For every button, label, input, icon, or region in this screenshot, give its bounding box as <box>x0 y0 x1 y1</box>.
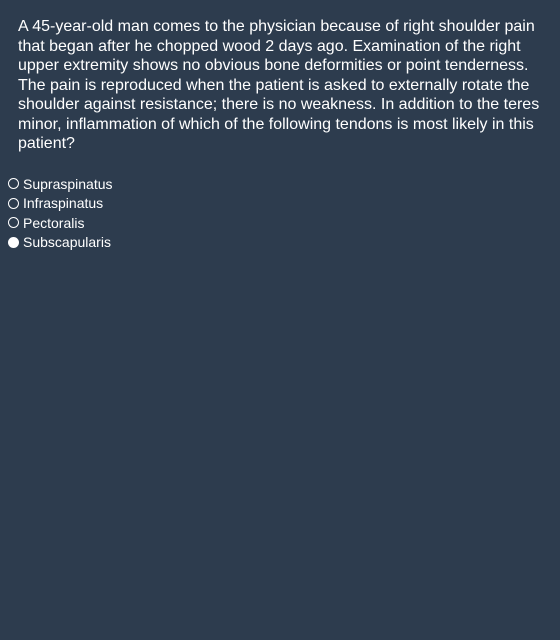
option-subscapularis[interactable]: Subscapularis <box>8 233 113 253</box>
radio-button-icon[interactable] <box>8 217 19 229</box>
option-label: Pectoralis <box>23 214 85 231</box>
option-label: Supraspinatus <box>23 175 113 192</box>
radio-button-icon[interactable] <box>8 236 19 248</box>
question-text: A 45-year-old man comes to the physician… <box>18 18 540 152</box>
radio-button-icon[interactable] <box>8 197 19 209</box>
option-label: Subscapularis <box>23 234 111 251</box>
option-infraspinatus[interactable]: Infraspinatus <box>8 194 113 214</box>
radio-button-icon[interactable] <box>8 178 19 190</box>
option-supraspinatus[interactable]: Supraspinatus <box>8 174 113 194</box>
option-pectoralis[interactable]: Pectoralis <box>8 213 113 233</box>
option-label: Infraspinatus <box>23 195 104 212</box>
answer-options: Supraspinatus Infraspinatus Pectoralis S… <box>8 174 113 252</box>
